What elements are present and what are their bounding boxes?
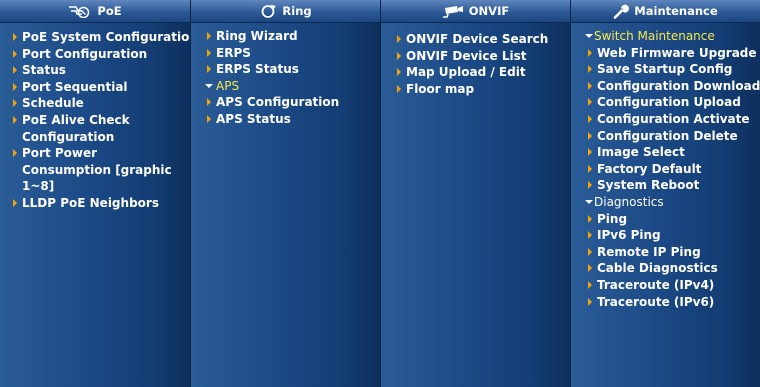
arrow-right-icon (588, 280, 592, 289)
menu-item-onvif-device-search[interactable]: ONVIF Device Search (381, 31, 570, 48)
arrow-right-icon (207, 32, 211, 40)
maintenance-list: Switch Maintenance Web Firmware Upgrade … (571, 23, 760, 310)
menu-item-aps-configuration[interactable]: APS Configuration (191, 94, 380, 111)
arrow-right-icon (13, 82, 17, 91)
menu-item-status[interactable]: Status (0, 62, 190, 79)
ring-list: Ring Wizard ERPS ERPS Status APS APS Con… (191, 23, 380, 128)
arrow-right-icon (588, 297, 592, 306)
menu-item-web-firmware-upgrade[interactable]: Web Firmware Upgrade (571, 45, 760, 62)
arrow-right-icon (13, 66, 17, 75)
arrow-right-icon (13, 99, 17, 108)
ring-header[interactable]: Ring (191, 0, 380, 23)
arrow-right-icon (588, 181, 592, 190)
arrow-right-icon (397, 68, 401, 77)
menu-item-ipv6-ping[interactable]: IPv6 Ping (571, 227, 760, 244)
poe-column: PoE PoE System Configuration Port Config… (0, 0, 198, 387)
menu-item-erps[interactable]: ERPS (191, 45, 380, 62)
arrow-right-icon (13, 198, 17, 207)
arrow-right-icon (588, 247, 592, 256)
arrow-right-icon (588, 131, 592, 140)
menu-item-traceroute-ipv4[interactable]: Traceroute (IPv4) (571, 277, 760, 294)
arrow-down-icon (585, 34, 593, 38)
onvif-header[interactable]: ONVIF (381, 0, 570, 23)
menu-item-port-configuration[interactable]: Port Configuration (0, 46, 190, 63)
menu-item-erps-status[interactable]: ERPS Status (191, 61, 380, 78)
arrow-right-icon (588, 164, 592, 173)
menu-group-switch-maintenance[interactable]: Switch Maintenance (571, 28, 760, 45)
menu-item-port-sequential[interactable]: Port Sequential (0, 79, 190, 96)
maintenance-header[interactable]: Maintenance (571, 0, 760, 23)
arrow-down-icon (585, 199, 593, 204)
menu-item-traceroute-ipv6[interactable]: Traceroute (IPv6) (571, 294, 760, 311)
menu-item-aps-status[interactable]: APS Status (191, 111, 380, 128)
menu-item-ping[interactable]: Ping (571, 211, 760, 228)
poe-header-label: PoE (97, 4, 122, 18)
poe-header[interactable]: PoE (0, 0, 190, 23)
arrow-right-icon (207, 65, 211, 74)
menu-item-floor-map[interactable]: Floor map (381, 81, 570, 98)
arrow-right-icon (397, 84, 401, 93)
menu-item-poe-system-configuration[interactable]: PoE System Configuration (0, 29, 198, 46)
menu-item-configuration-upload[interactable]: Configuration Upload (571, 94, 760, 111)
onvif-header-label: ONVIF (468, 4, 510, 18)
menu-item-configuration-download[interactable]: Configuration Download (571, 78, 760, 95)
arrow-right-icon (588, 231, 592, 240)
ring-column: Ring Ring Wizard ERPS ERPS Status APS AP… (190, 0, 380, 387)
arrow-right-icon (13, 149, 17, 158)
arrow-right-icon (13, 33, 17, 41)
menu-item-port-power-consumption[interactable]: Port Power Consumption [graphic 1~8] (0, 145, 191, 195)
menu-item-onvif-device-list[interactable]: ONVIF Device List (381, 48, 570, 65)
arrow-down-icon (205, 83, 213, 88)
arrow-right-icon (588, 264, 592, 273)
menu-item-save-startup-config[interactable]: Save Startup Config (571, 61, 760, 78)
menu-item-schedule[interactable]: Schedule (0, 95, 190, 112)
menu-item-remote-ip-ping[interactable]: Remote IP Ping (571, 244, 760, 261)
menu-group-aps[interactable]: APS (191, 78, 380, 95)
menu-item-configuration-activate[interactable]: Configuration Activate (571, 111, 760, 128)
menu-item-configuration-delete[interactable]: Configuration Delete (571, 128, 760, 145)
menu-item-image-select[interactable]: Image Select (571, 144, 760, 161)
arrow-right-icon (588, 114, 592, 123)
arrow-right-icon (588, 65, 592, 74)
menu-item-lldp-poe-neighbors[interactable]: LLDP PoE Neighbors (0, 195, 190, 212)
menu-group-diagnostics[interactable]: Diagnostics (571, 194, 760, 211)
wrench-icon (613, 4, 630, 19)
mega-menu: PoE PoE System Configuration Port Config… (0, 0, 760, 387)
arrow-right-icon (397, 35, 401, 43)
ring-header-label: Ring (282, 4, 312, 18)
menu-item-poe-alive-check-configuration[interactable]: PoE Alive Check Configuration (0, 112, 166, 145)
arrow-right-icon (588, 48, 592, 57)
arrow-right-icon (588, 214, 592, 223)
arrow-right-icon (207, 48, 211, 57)
arrow-right-icon (207, 98, 211, 107)
arrow-right-icon (397, 51, 401, 60)
onvif-column: ONVIF ONVIF Device Search ONVIF Device L… (380, 0, 570, 387)
poe-plug-icon (68, 5, 92, 18)
maintenance-column: Maintenance Switch Maintenance Web Firmw… (570, 0, 760, 387)
poe-list: PoE System Configuration Port Configurat… (0, 23, 198, 212)
menu-item-system-reboot[interactable]: System Reboot (571, 177, 760, 194)
camera-icon (442, 5, 464, 18)
arrow-right-icon (588, 148, 592, 157)
menu-item-ring-wizard[interactable]: Ring Wizard (191, 28, 380, 45)
ring-icon (259, 4, 277, 19)
maintenance-header-label: Maintenance (634, 4, 718, 18)
arrow-right-icon (588, 81, 592, 90)
onvif-list: ONVIF Device Search ONVIF Device List Ma… (381, 23, 570, 97)
arrow-right-icon (588, 98, 592, 107)
arrow-right-icon (13, 115, 17, 124)
menu-item-factory-default[interactable]: Factory Default (571, 161, 760, 178)
arrow-right-icon (13, 49, 17, 58)
arrow-right-icon (207, 114, 211, 123)
menu-item-map-upload-edit[interactable]: Map Upload / Edit (381, 64, 570, 81)
menu-item-cable-diagnostics[interactable]: Cable Diagnostics (571, 260, 760, 277)
